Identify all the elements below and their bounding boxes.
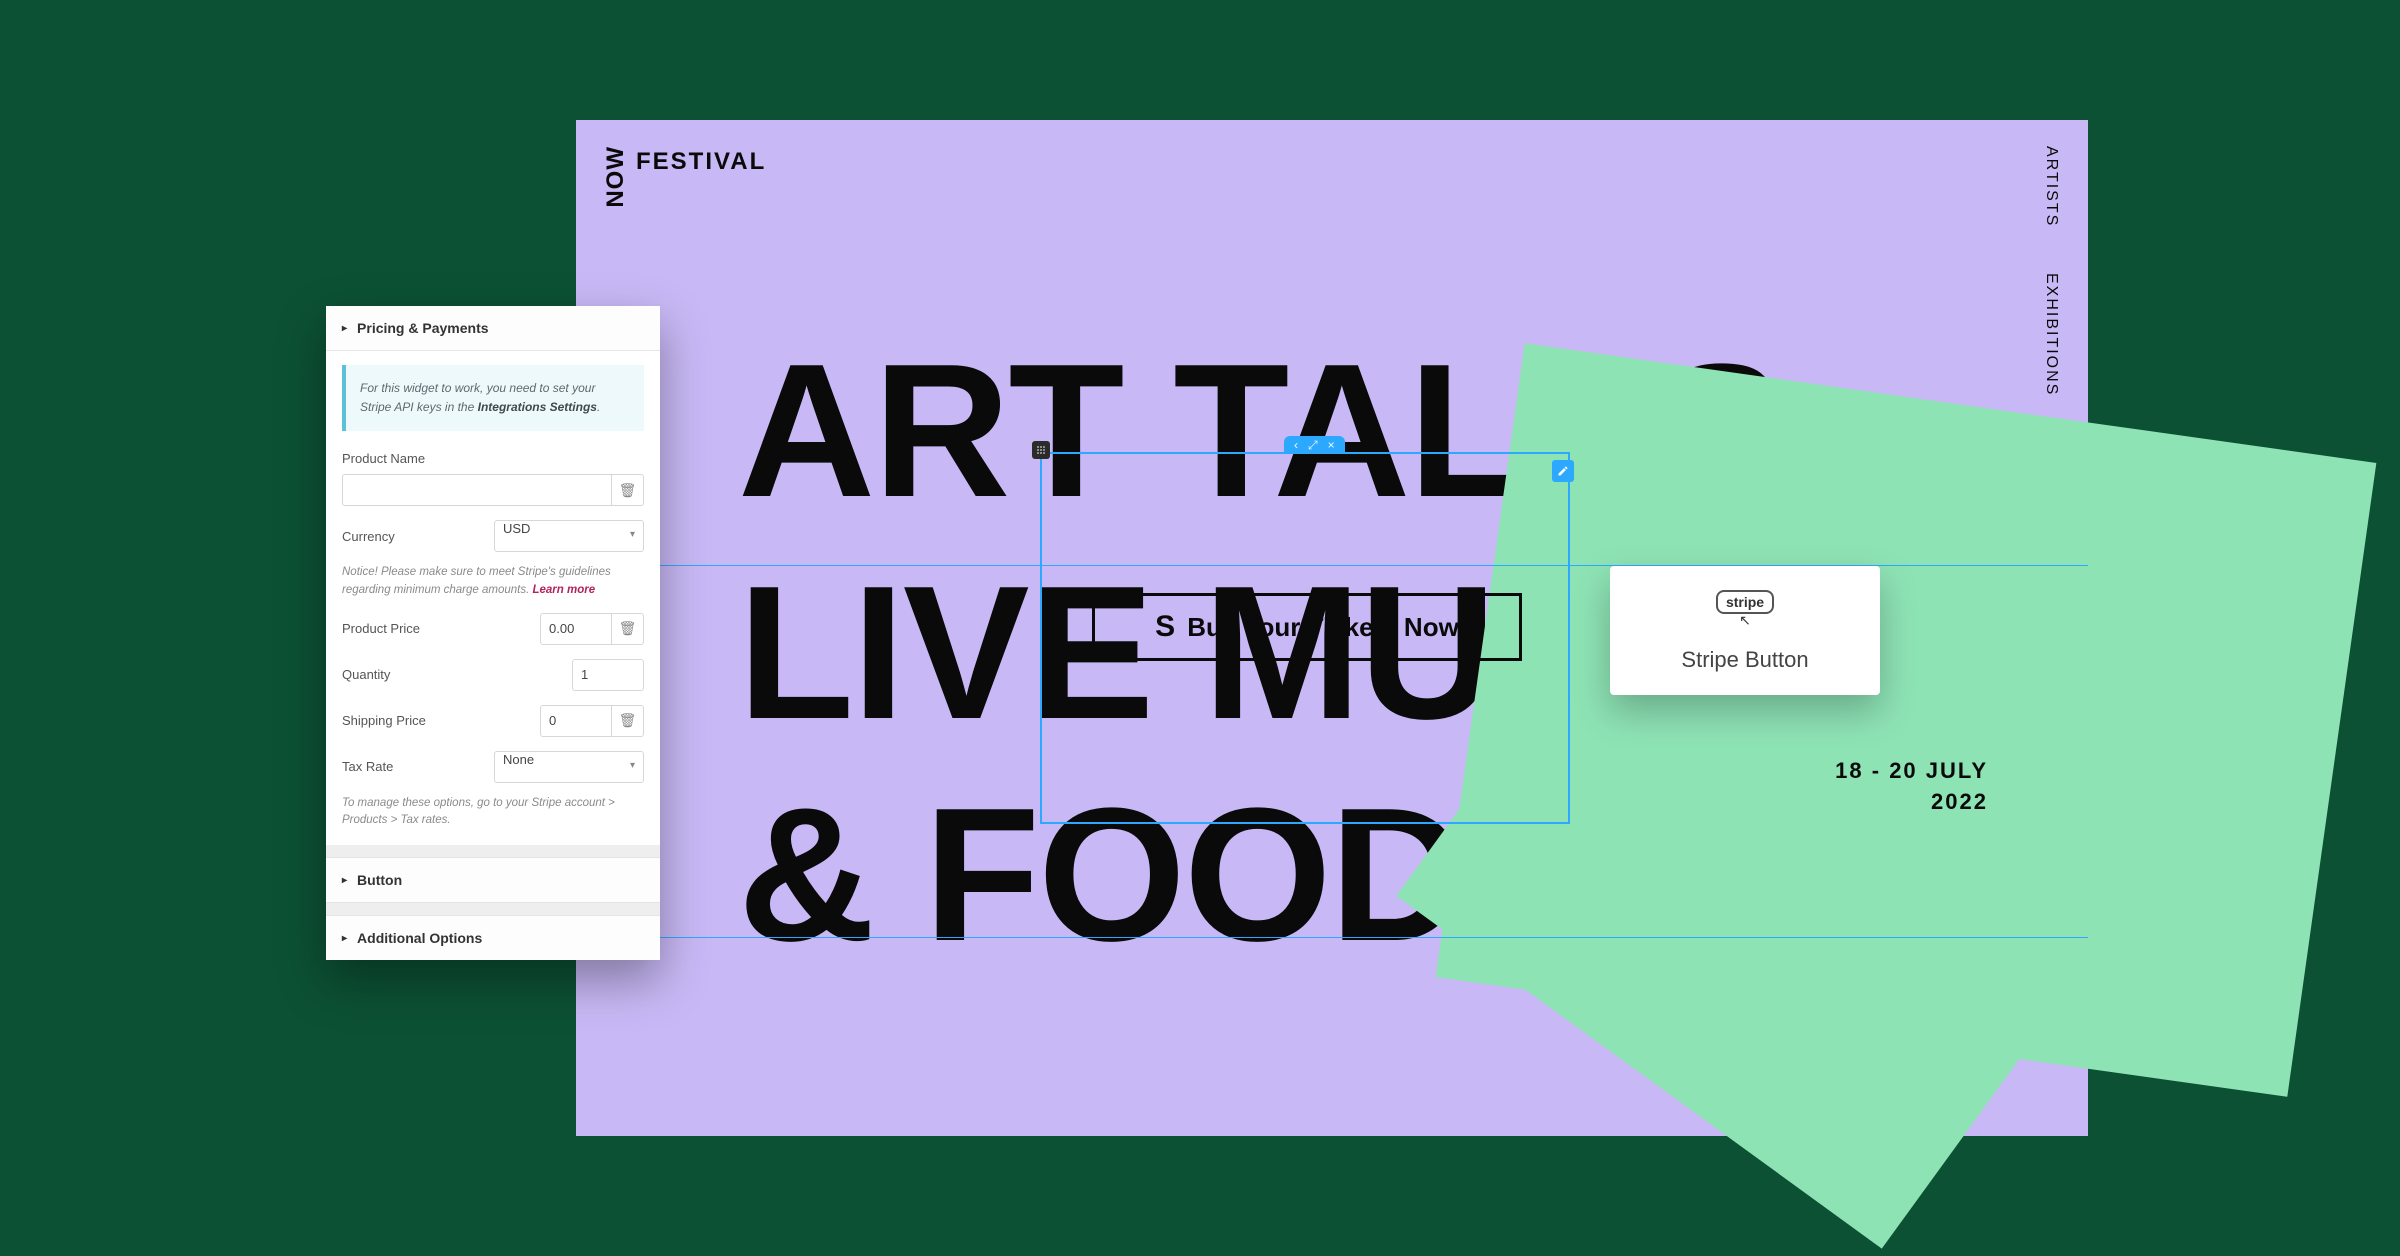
site-logo[interactable]: NOW FESTIVAL xyxy=(604,146,766,208)
stripe-s-icon: S xyxy=(1155,610,1175,644)
product-price-label: Product Price xyxy=(342,621,420,636)
currency-label: Currency xyxy=(342,529,395,544)
logo-now: NOW xyxy=(604,146,628,208)
tax-rate-select[interactable]: None ▾ xyxy=(494,751,644,783)
shipping-price-field: Shipping Price 🗑 xyxy=(342,705,644,737)
section-button[interactable]: ▸ Button xyxy=(326,857,660,903)
product-price-input[interactable] xyxy=(540,613,612,645)
section-pricing-body: For this widget to work, you need to set… xyxy=(326,351,660,845)
tax-rate-hint: To manage these options, go to your Stri… xyxy=(342,795,644,830)
learn-more-link[interactable]: Learn more xyxy=(532,584,595,596)
quantity-field: Quantity xyxy=(342,659,644,691)
tax-rate-value: None xyxy=(503,752,534,767)
drag-handle-icon[interactable] xyxy=(1032,441,1050,459)
section-button-label: Button xyxy=(357,872,402,888)
stripe-guidelines-hint: Notice! Please make sure to meet Stripe'… xyxy=(342,564,644,599)
section-additional-label: Additional Options xyxy=(357,930,482,946)
section-pricing-payments[interactable]: ▸ Pricing & Payments xyxy=(326,306,660,351)
product-name-input[interactable] xyxy=(342,474,612,506)
tax-rate-field: Tax Rate None ▾ xyxy=(342,751,644,783)
selection-move-icon[interactable]: ⤢ xyxy=(1308,438,1318,453)
selection-toolbar: ‹ ⤢ × xyxy=(1284,436,1345,454)
product-name-label: Product Name xyxy=(342,451,644,466)
settings-panel: ▸ Pricing & Payments For this widget to … xyxy=(326,306,660,960)
nav-exhibitions[interactable]: EXHIBITIONS xyxy=(2042,273,2060,396)
section-pricing-label: Pricing & Payments xyxy=(357,320,489,336)
currency-value: USD xyxy=(503,521,530,536)
section-divider xyxy=(326,845,660,857)
chevron-down-icon: ▾ xyxy=(630,760,635,771)
section-divider xyxy=(326,903,660,915)
edit-icon[interactable] xyxy=(1552,460,1574,482)
clear-icon[interactable]: 🗑 xyxy=(612,705,644,737)
api-key-notice: For this widget to work, you need to set… xyxy=(342,365,644,431)
caret-right-icon: ▸ xyxy=(342,875,347,886)
notice-text-post: . xyxy=(597,400,600,414)
event-date-line1: 18 - 20 JULY xyxy=(1835,756,1988,787)
clear-icon[interactable]: 🗑 xyxy=(612,613,644,645)
nav-artists[interactable]: ARTISTS xyxy=(2042,146,2060,227)
buy-tickets-button[interactable]: S Buy Your Tickets Now xyxy=(1092,593,1522,661)
shipping-price-label: Shipping Price xyxy=(342,713,426,728)
cursor-icon: ↖ xyxy=(1626,612,1864,629)
currency-field: Currency USD ▾ xyxy=(342,520,644,552)
element-tooltip: stripe ↖ Stripe Button xyxy=(1610,566,1880,695)
buy-tickets-label: Buy Your Tickets Now xyxy=(1187,612,1459,643)
selection-back-icon[interactable]: ‹ xyxy=(1294,438,1298,452)
section-additional-options[interactable]: ▸ Additional Options xyxy=(326,915,660,960)
chevron-down-icon: ▾ xyxy=(630,529,635,540)
clear-icon[interactable]: 🗑 xyxy=(612,474,644,506)
event-date-line2: 2022 xyxy=(1835,787,1988,818)
event-date: 18 - 20 JULY 2022 xyxy=(1835,756,1988,818)
notice-link[interactable]: Integrations Settings xyxy=(478,400,597,414)
selection-close-icon[interactable]: × xyxy=(1328,438,1335,452)
shipping-price-input[interactable] xyxy=(540,705,612,737)
product-name-field: Product Name 🗑 xyxy=(342,451,644,506)
stripe-logo-icon: stripe xyxy=(1716,590,1774,614)
caret-right-icon: ▸ xyxy=(342,933,347,944)
quantity-label: Quantity xyxy=(342,667,390,682)
quantity-input[interactable] xyxy=(572,659,644,691)
tooltip-label: Stripe Button xyxy=(1626,647,1864,673)
product-price-field: Product Price 🗑 xyxy=(342,613,644,645)
logo-festival: FESTIVAL xyxy=(636,148,766,176)
tax-rate-label: Tax Rate xyxy=(342,759,393,774)
caret-right-icon: ▸ xyxy=(342,323,347,334)
editor-guide-line xyxy=(576,937,2088,938)
currency-select[interactable]: USD ▾ xyxy=(494,520,644,552)
